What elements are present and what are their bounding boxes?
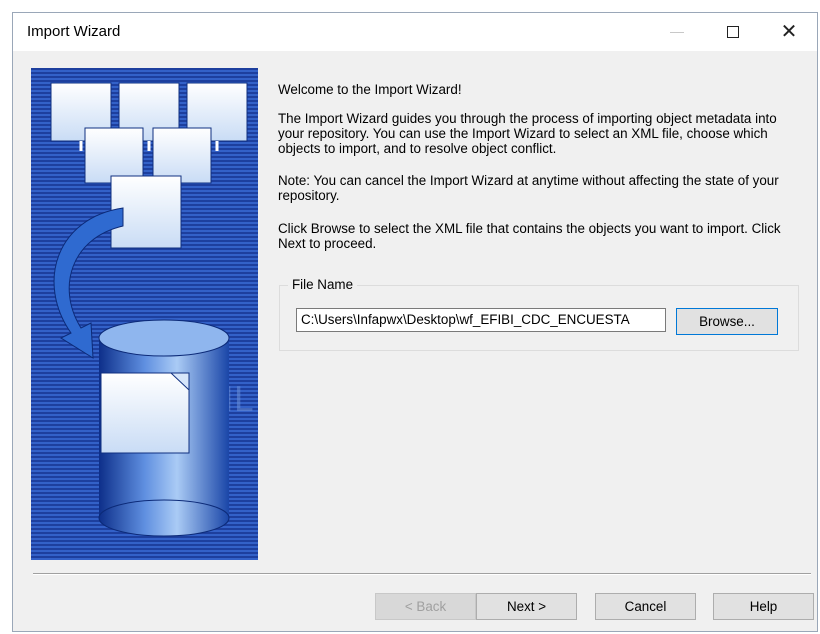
next-button[interactable]: Next > (476, 593, 577, 620)
instruction-text: Click Browse to select the XML file that… (278, 221, 781, 251)
note-text: Note: You can cancel the Import Wizard a… (278, 173, 779, 203)
minimize-icon (670, 31, 684, 33)
description-text: The Import Wizard guides you through the… (278, 111, 777, 156)
wizard-banner-image: XML (31, 68, 258, 560)
file-path-input[interactable]: C:\Users\Infapwx\Desktop\wf_EFIBI_CDC_EN… (296, 308, 666, 332)
window-title: Import Wizard (27, 23, 121, 40)
import-wizard-window: Import Wizard ✕ Welcome to the Import Wi… (12, 12, 818, 632)
maximize-icon (727, 26, 739, 38)
cancel-button[interactable]: Cancel (595, 593, 696, 620)
close-icon: ✕ (780, 21, 798, 43)
browse-button[interactable]: Browse... (676, 308, 778, 335)
footer-separator (33, 573, 811, 575)
welcome-heading: Welcome to the Import Wizard! (278, 82, 462, 97)
file-name-label: File Name (288, 277, 358, 292)
maximize-button[interactable] (705, 13, 761, 51)
close-button[interactable]: ✕ (761, 13, 817, 51)
title-bar: Import Wizard ✕ (13, 13, 817, 51)
help-button[interactable]: Help (713, 593, 814, 620)
minimize-button[interactable] (649, 13, 705, 51)
back-button[interactable]: < Back (375, 593, 476, 620)
file-name-group: File Name C:\Users\Infapwx\Desktop\wf_EF… (279, 277, 799, 351)
